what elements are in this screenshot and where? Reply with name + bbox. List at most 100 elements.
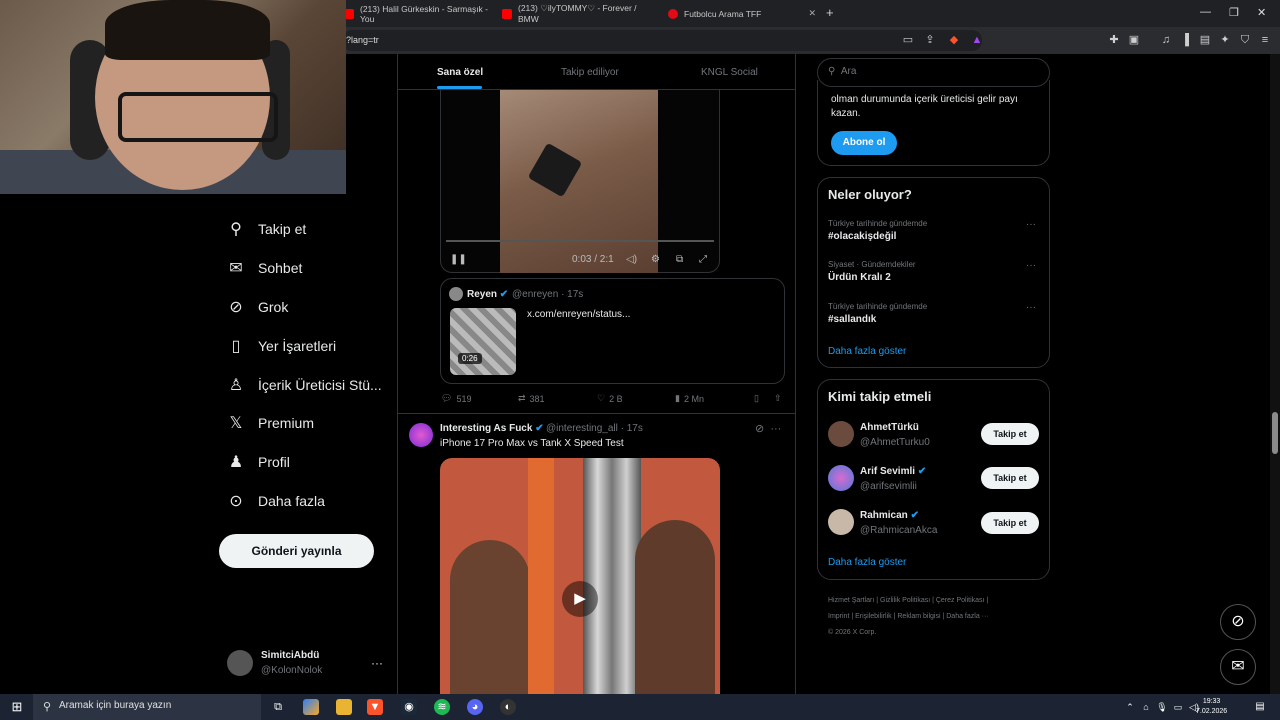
- close-tab-icon[interactable]: ✕: [808, 8, 816, 19]
- follow-button[interactable]: Takip et: [981, 467, 1039, 489]
- nav-item-premium[interactable]: 𝕏 Premium: [219, 403, 314, 442]
- extensions-icon[interactable]: ✚: [1107, 33, 1121, 47]
- steam-icon[interactable]: ◉: [401, 699, 417, 715]
- nav-item-profile[interactable]: ♟ Profil: [219, 442, 290, 481]
- nav-item-more[interactable]: ⊙ Daha fazla: [219, 481, 325, 520]
- minimize-button[interactable]: —: [1200, 6, 1211, 18]
- share-button[interactable]: ⇧: [774, 393, 782, 404]
- trends-show-more[interactable]: Daha fazla göster: [828, 346, 906, 357]
- quoted-link[interactable]: x.com/enreyen/status...: [527, 309, 630, 320]
- windows-start-icon[interactable]: ⊞: [9, 699, 25, 715]
- wallet-icon[interactable]: ▤: [1198, 33, 1212, 47]
- grok-fab-icon[interactable]: ⊘: [1220, 604, 1256, 640]
- close-window-button[interactable]: ✕: [1257, 6, 1266, 19]
- browser-tab-active[interactable]: Futbolcu Arama TFF ✕: [660, 0, 820, 27]
- like-button[interactable]: ♡ 2 B: [597, 393, 623, 404]
- brave-shield-icon[interactable]: ◆: [947, 33, 961, 47]
- task-view-icon[interactable]: ⧉: [270, 699, 286, 715]
- pip-icon[interactable]: ⧉: [676, 254, 683, 265]
- reply-button[interactable]: 💬︎ 519: [441, 393, 471, 404]
- bookmark-button[interactable]: ▯: [754, 393, 759, 404]
- trend-title[interactable]: Ürdün Kralı 2: [828, 272, 891, 283]
- new-tab-button[interactable]: +: [826, 5, 834, 20]
- account-more-icon[interactable]: ···: [371, 656, 383, 670]
- grok-icon[interactable]: ⊘: [755, 423, 764, 435]
- nav-item-follow[interactable]: ⚲ Takip et: [219, 209, 306, 248]
- nav-item-creator-studio[interactable]: ♙ İçerik Üreticisi Stü...: [219, 365, 382, 404]
- tab-following[interactable]: Takip ediliyor: [561, 67, 619, 78]
- nav-item-chat[interactable]: ✉ Sohbet: [219, 248, 302, 287]
- follow-button[interactable]: Takip et: [981, 423, 1039, 445]
- post-author-name[interactable]: Interesting As Fuck ✔: [440, 423, 544, 434]
- follow-show-more[interactable]: Daha fazla göster: [828, 557, 906, 568]
- tab-label: (213) Halil Gürkeskin - Sarmaşık - You: [360, 3, 489, 24]
- follow-avatar[interactable]: [828, 465, 854, 491]
- tab-kngl-social[interactable]: KNGL Social: [701, 67, 758, 78]
- obs-icon[interactable]: ◐: [500, 699, 516, 715]
- network-icon[interactable]: ▭: [1170, 699, 1186, 715]
- repost-button[interactable]: ⇄ 381: [518, 393, 545, 404]
- follow-name[interactable]: Arif Sevimli ✔: [860, 466, 926, 477]
- views-button[interactable]: ▮ 2 Mn: [675, 393, 704, 404]
- trend-meta: Türkiye tarihinde gündemde: [828, 302, 928, 311]
- trend-more-icon[interactable]: ···: [1026, 260, 1036, 271]
- fullscreen-icon[interactable]: ⤢: [699, 254, 707, 265]
- screenshot-icon[interactable]: ▣: [1127, 33, 1141, 47]
- follow-avatar[interactable]: [828, 509, 854, 535]
- footer-line[interactable]: Imprint | Erişilebilirlik | Reklam bilgi…: [828, 609, 1043, 625]
- messages-fab-icon[interactable]: ✉: [1220, 649, 1256, 685]
- url-field[interactable]: ?lang=tr: [342, 30, 982, 51]
- trend-title[interactable]: #olacakişdeğil: [828, 231, 896, 242]
- trend-title[interactable]: #sallandık: [828, 314, 876, 325]
- scrollbar-thumb[interactable]: [1272, 412, 1278, 454]
- follow-button[interactable]: Takip et: [981, 512, 1039, 534]
- system-clock[interactable]: 19:33 7.02.2026: [1196, 697, 1227, 717]
- tab-for-you[interactable]: Sana özel: [437, 67, 483, 78]
- post-button[interactable]: Gönderi yayınla: [219, 534, 374, 568]
- post-avatar[interactable]: [409, 423, 433, 447]
- page-scrollbar[interactable]: [1270, 54, 1280, 694]
- sidebar-icon[interactable]: ▐: [1178, 33, 1192, 47]
- trend-more-icon[interactable]: ···: [1026, 302, 1036, 313]
- cast-icon[interactable]: ▭: [901, 33, 915, 47]
- youtube-icon: [502, 8, 512, 19]
- share-icon[interactable]: ⇪: [923, 33, 937, 47]
- nav-label: Premium: [258, 414, 315, 431]
- account-avatar[interactable]: [227, 650, 253, 676]
- play-icon[interactable]: ▶: [562, 581, 598, 617]
- file-explorer-icon[interactable]: [336, 699, 352, 715]
- copilot-icon[interactable]: [303, 699, 319, 715]
- tray-expand-icon[interactable]: ⌃: [1122, 699, 1138, 715]
- vpn-icon[interactable]: ⛉: [1238, 33, 1252, 47]
- nav-item-bookmarks[interactable]: ▯ Yer İşaretleri: [219, 326, 336, 365]
- tray-meet-icon[interactable]: ⌂: [1138, 699, 1154, 715]
- taskbar-search-input[interactable]: Aramak için buraya yazın: [33, 694, 261, 720]
- trend-meta: Siyaset · Gündemdekiler: [828, 260, 916, 269]
- brave-rewards-icon[interactable]: ▲: [970, 33, 984, 47]
- music-icon[interactable]: ♫: [1159, 33, 1173, 47]
- discord-icon[interactable]: ◕: [467, 699, 483, 715]
- notifications-icon[interactable]: ▤: [1252, 699, 1268, 715]
- pause-icon[interactable]: ❚❚: [450, 254, 467, 265]
- browser-tab[interactable]: (213) Halil Gürkeskin - Sarmaşık - You: [336, 0, 492, 27]
- spotify-icon[interactable]: ≋: [434, 699, 450, 715]
- menu-icon[interactable]: ≡: [1258, 33, 1272, 47]
- microphone-icon[interactable]: 🎙︎: [1154, 699, 1170, 715]
- browser-tab[interactable]: (213) ♡ilyTOMMY♡ - Forever / BMW: [494, 0, 654, 27]
- video-progress-bar[interactable]: [446, 240, 714, 242]
- nav-item-grok[interactable]: ⊘ Grok: [219, 287, 288, 326]
- quoted-video-thumbnail[interactable]: [450, 308, 516, 375]
- restore-button[interactable]: ❐: [1229, 6, 1239, 19]
- follow-avatar[interactable]: [828, 421, 854, 447]
- more-icon[interactable]: ···: [770, 423, 781, 435]
- settings-icon[interactable]: ⚙: [651, 254, 660, 265]
- subscribe-button[interactable]: Abone ol: [831, 131, 897, 155]
- leo-ai-icon[interactable]: ✦: [1218, 33, 1232, 47]
- volume-icon[interactable]: ◁): [626, 254, 637, 265]
- follow-name[interactable]: AhmetTürkü: [860, 422, 919, 433]
- follow-name[interactable]: Rahmican ✔: [860, 510, 919, 521]
- brave-browser-icon[interactable]: ▼: [367, 699, 383, 715]
- active-tab-indicator: [437, 86, 482, 89]
- trend-more-icon[interactable]: ···: [1026, 219, 1036, 230]
- footer-line[interactable]: Hizmet Şartları | Gizlilik Politikası | …: [828, 593, 1043, 609]
